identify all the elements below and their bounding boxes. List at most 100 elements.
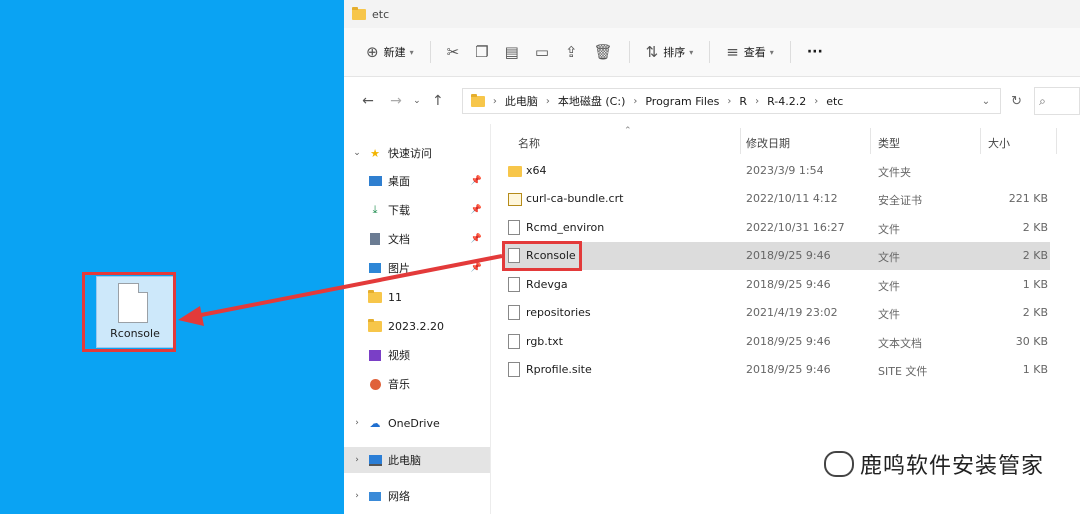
nav-folder-11[interactable]: 11 [344,284,490,310]
folder-icon [368,318,382,333]
desktop: Rconsole [0,0,344,514]
chevron-down-icon[interactable]: ⌄ [982,96,990,107]
view-button[interactable]: ≡ 查看 ▾ [718,37,782,67]
breadcrumb-etc[interactable]: etc [826,95,843,108]
table-row[interactable]: Rprofile.site 2018/9/25 9:46 SITE 文件 1 KB [504,356,1050,384]
file-date: 2023/3/9 1:54 [746,164,824,177]
breadcrumb-separator: › [633,95,638,107]
nav-downloads[interactable]: ⤓ 下载 📌 [344,197,490,223]
nav-this-pc[interactable]: › 此电脑 [344,447,490,473]
breadcrumb-r[interactable]: R [739,95,747,108]
copy-button[interactable]: ❐ [467,37,496,67]
nav-desktop[interactable]: 桌面 📌 [344,168,490,194]
table-row[interactable]: x64 2023/3/9 1:54 文件夹 [504,157,1050,185]
nav-label: 下载 [388,204,410,217]
divider [709,41,711,63]
column-name[interactable]: 名称 [518,135,540,151]
command-bar: ⊕ 新建 ▾ ✂ ❐ ▤ ▭ ⇪ 🗑 ⇅ 排序 ▾ ≡ 查看 ▾ ··· [344,28,1080,77]
refresh-button[interactable]: ↻ [1011,94,1022,109]
chevron-down-icon: ⌄ [353,148,361,158]
table-row[interactable]: repositories 2021/4/19 23:02 文件 2 KB [504,299,1050,327]
folder-icon [352,6,366,20]
nav-pictures[interactable]: 图片 📌 [344,255,490,281]
column-date[interactable]: 修改日期 [746,135,790,151]
new-label: 新建 [383,46,406,59]
chevron-right-icon: › [355,491,359,501]
view-label: 查看 [743,46,766,59]
file-type: 文件 [878,223,900,236]
divider [789,41,791,63]
search-input[interactable]: ⌕ [1034,87,1080,115]
document-icon [368,233,382,246]
nav-network[interactable]: › 网络 [344,483,490,509]
file-size: 2 KB [1022,306,1048,319]
file-name: Rcmd_environ [526,221,605,234]
back-button[interactable]: ← [354,93,382,109]
breadcrumb-this-pc[interactable]: 此电脑 [505,93,538,109]
column-type[interactable]: 类型 [878,135,900,151]
file-type: 文本文档 [878,337,922,350]
recent-dropdown-button[interactable]: ⌄ [410,96,424,106]
sort-button[interactable]: ⇅ 排序 ▾ [638,37,702,67]
wechat-icon [823,451,854,477]
navigation-pane: ⌄ ★ 快速访问 桌面 📌 ⤓ 下载 📌 文档 📌 图片 📌 11 2023.2… [344,124,490,514]
table-row[interactable]: Rcmd_environ 2022/10/31 16:27 文件 2 KB [504,214,1050,242]
file-date: 2021/4/19 23:02 [746,306,838,319]
sort-up-icon: ⌃ [624,126,632,136]
divider [740,128,741,154]
file-name: curl-ca-bundle.crt [526,192,624,205]
address-bar[interactable]: › 此电脑 › 本地磁盘 (C:) › Program Files › R › … [461,88,1002,114]
watermark-text: 鹿鸣软件安装管家 [859,454,1044,479]
breadcrumb-program-files[interactable]: Program Files [645,95,719,108]
copy-icon: ❐ [475,43,489,61]
new-button[interactable]: ⊕ 新建 ▾ [358,37,422,67]
pane-divider [490,124,491,514]
delete-button[interactable]: 🗑 [586,37,621,67]
nav-label: 2023.2.20 [388,319,444,333]
scissors-icon: ✂ [446,43,460,61]
file-type: 文件 [878,280,900,293]
more-label: ··· [806,44,823,60]
pin-icon: 📌 [470,234,482,244]
file-type: SITE 文件 [878,365,928,378]
nav-music[interactable]: 音乐 [344,371,490,397]
breadcrumb-c-drive[interactable]: 本地磁盘 (C:) [558,93,625,109]
desktop-icon [368,175,382,188]
file-date: 2022/10/11 4:12 [746,192,838,205]
file-name: rgb.txt [526,335,563,348]
breadcrumb-r-version[interactable]: R-4.2.2 [767,95,806,108]
nav-quick-access[interactable]: ⌄ ★ 快速访问 [344,140,490,166]
nav-onedrive[interactable]: › ☁ OneDrive [344,410,490,436]
forward-button[interactable]: → [382,93,410,109]
star-icon: ★ [370,146,380,160]
paste-button[interactable]: ▤ [497,37,527,67]
table-row[interactable]: Rdevga 2018/9/25 9:46 文件 1 KB [504,271,1050,299]
plus-icon: ⊕ [366,43,379,61]
table-row[interactable]: Rconsole 2018/9/25 9:46 文件 2 KB [504,242,1050,270]
table-row[interactable]: curl-ca-bundle.crt 2022/10/11 4:12 安全证书 221… [504,185,1050,213]
nav-folder-2023-2-20[interactable]: 2023.2.20 [344,313,490,339]
divider [1056,128,1057,154]
chevron-right-icon: › [355,418,359,428]
cut-button[interactable]: ✂ [439,37,468,67]
file-date: 2018/9/25 9:46 [746,335,831,348]
file-size: 221 KB [1008,192,1048,205]
divider [980,128,981,154]
nav-videos[interactable]: 视频 [344,342,490,368]
nav-documents[interactable]: 文档 📌 [344,226,490,252]
chevron-down-icon: ▾ [769,47,774,57]
table-row[interactable]: rgb.txt 2018/9/25 9:46 文本文档 30 KB [504,328,1050,356]
column-size[interactable]: 大小 [988,135,1010,151]
rename-button[interactable]: ▭ [527,37,557,67]
column-header: 名称 ⌃ 修改日期 类型 大小 [504,126,1060,154]
file-size: 2 KB [1022,221,1048,234]
breadcrumb-separator: › [814,95,819,107]
nav-label: 图片 [388,262,410,275]
up-button[interactable]: ↑ [424,93,452,109]
watermark: 鹿鸣软件安装管家 [823,448,1044,480]
file-date: 2022/10/31 16:27 [746,221,845,234]
more-button[interactable]: ··· [799,37,831,67]
share-button[interactable]: ⇪ [557,37,586,67]
nav-label: 桌面 [388,175,410,188]
computer-icon [368,454,382,467]
